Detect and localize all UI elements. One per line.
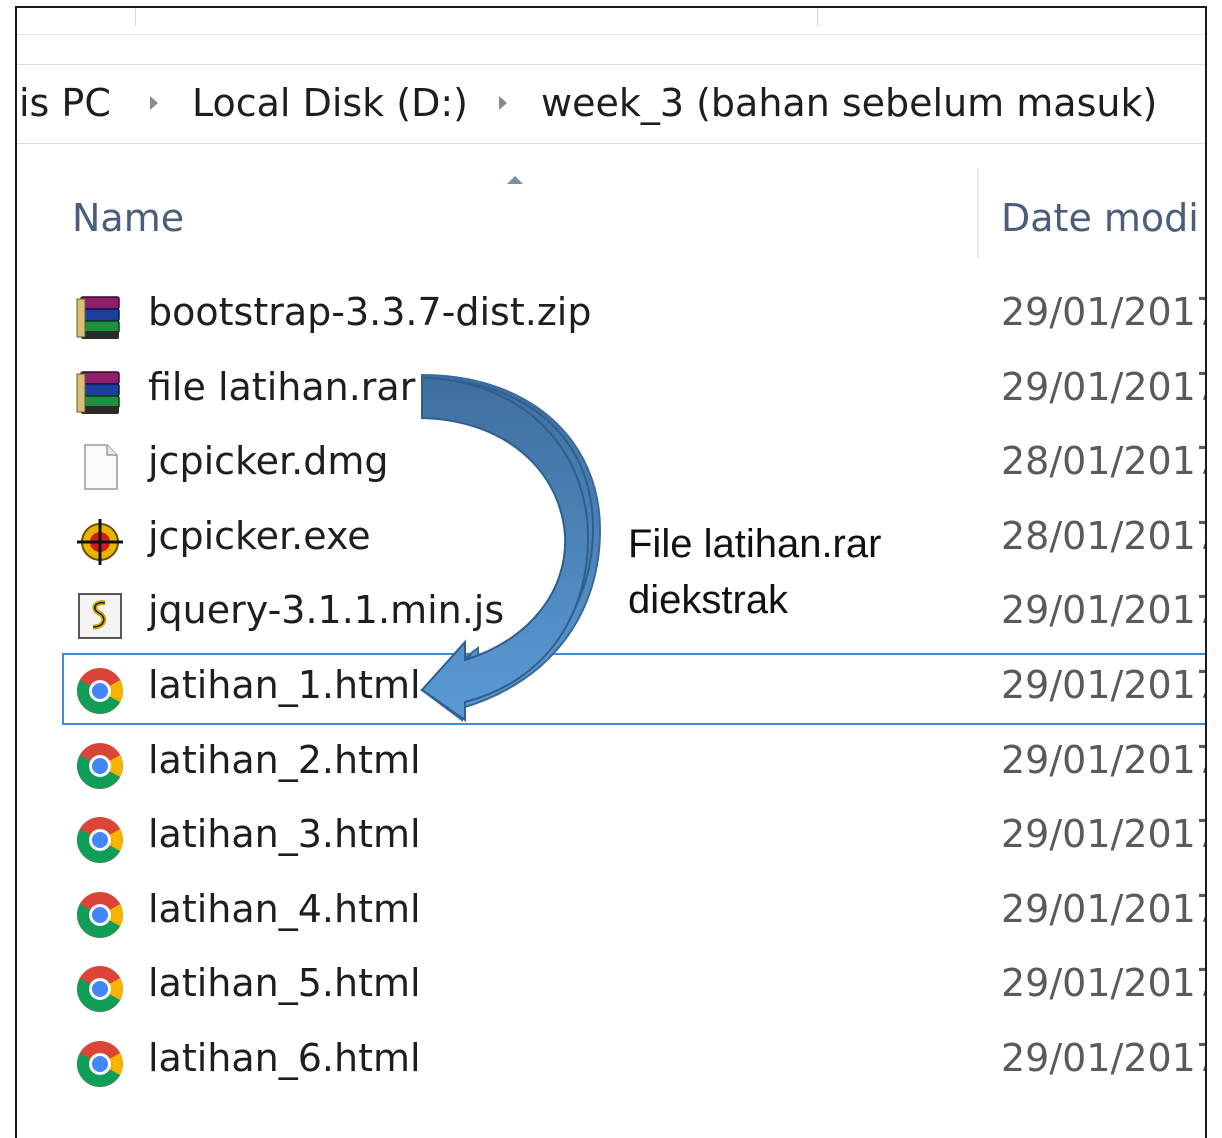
annotation-text: File latihan.rar diekstrak — [628, 516, 958, 628]
address-bar[interactable]: is PC Local Disk (D:) week_3 (bahan sebe… — [17, 64, 1205, 144]
file-date-modified: 29/01/2017 — [1001, 290, 1207, 334]
file-name[interactable]: latihan_5.html — [148, 961, 421, 1005]
file-row[interactable]: latihan_2.html 29/01/2017 — [17, 728, 1205, 802]
file-row[interactable]: bootstrap-3.3.7-dist.zip 29/01/2017 — [17, 280, 1205, 354]
annotation-line-2: diekstrak — [628, 578, 789, 622]
ribbon-group-labels — [17, 8, 1205, 35]
file-name[interactable]: latihan_3.html — [148, 812, 421, 856]
chrome-icon — [75, 815, 125, 865]
breadcrumb-local-disk[interactable]: Local Disk (D:) — [192, 81, 468, 125]
file-date-modified: 29/01/2017 — [1001, 961, 1207, 1006]
file-row[interactable]: latihan_5.html 29/01/2017 — [17, 951, 1205, 1025]
file-row[interactable]: file latihan.rar 29/01/2017 — [17, 355, 1205, 429]
ribbon-separator — [817, 8, 818, 26]
file-explorer-window: is PC Local Disk (D:) week_3 (bahan sebe… — [15, 6, 1207, 1138]
file-name[interactable]: jcpicker.exe — [148, 514, 371, 558]
sort-ascending-icon — [507, 176, 523, 184]
file-date-modified: 29/01/2017 — [1001, 737, 1207, 782]
file-date-modified: 28/01/2017 — [1001, 513, 1207, 558]
file-row[interactable]: latihan_4.html 29/01/2017 — [17, 877, 1205, 951]
file-row[interactable]: latihan_1.html 29/01/2017 — [17, 653, 1205, 727]
file-row[interactable]: jcpicker.exe 28/01/2017 — [17, 504, 1205, 578]
file-date-modified: 29/01/2017 — [1001, 886, 1207, 931]
file-name[interactable]: latihan_4.html — [148, 887, 421, 931]
winrar-archive-icon — [75, 293, 125, 343]
blank-file-icon — [75, 442, 125, 492]
file-row[interactable]: latihan_6.html 29/01/2017 — [17, 1026, 1205, 1100]
file-date-modified: 29/01/2017 — [1001, 663, 1207, 707]
chrome-icon — [75, 666, 125, 716]
file-name[interactable]: bootstrap-3.3.7-dist.zip — [148, 290, 591, 334]
chrome-icon — [75, 964, 125, 1014]
breadcrumb-this-pc[interactable]: is PC — [19, 81, 111, 125]
file-name[interactable]: file latihan.rar — [148, 365, 415, 409]
file-name[interactable]: jcpicker.dmg — [148, 439, 389, 483]
winrar-archive-icon — [75, 368, 125, 418]
script-file-icon — [75, 591, 125, 641]
file-name[interactable]: latihan_6.html — [148, 1036, 421, 1080]
file-date-modified: 28/01/2017 — [1001, 439, 1207, 484]
file-name[interactable]: latihan_1.html — [148, 663, 421, 707]
column-header-date-modified[interactable]: Date modi — [1001, 196, 1199, 240]
file-date-modified: 29/01/2017 — [1001, 364, 1207, 409]
file-name[interactable]: jquery-3.1.1.min.js — [148, 588, 504, 632]
file-row[interactable]: latihan_3.html 29/01/2017 — [17, 802, 1205, 876]
file-date-modified: 29/01/2017 — [1001, 1036, 1207, 1080]
chrome-icon — [75, 1039, 125, 1089]
crosshair-app-icon — [75, 517, 125, 567]
column-divider[interactable] — [977, 168, 979, 258]
chevron-right-icon[interactable] — [150, 96, 158, 110]
file-date-modified: 29/01/2017 — [1001, 588, 1207, 633]
breadcrumb-week3-folder[interactable]: week_3 (bahan sebelum masuk) — [541, 81, 1157, 125]
file-row[interactable]: jquery-3.1.1.min.js 29/01/2017 — [17, 578, 1205, 652]
chevron-right-icon[interactable] — [499, 96, 507, 110]
chrome-icon — [75, 890, 125, 940]
ribbon-separator — [135, 8, 136, 26]
annotation-line-1: File latihan.rar — [628, 522, 882, 566]
column-header-name[interactable]: Name — [72, 196, 184, 240]
file-row[interactable]: jcpicker.dmg 28/01/2017 — [17, 429, 1205, 503]
chrome-icon — [75, 741, 125, 791]
file-name[interactable]: latihan_2.html — [148, 738, 421, 782]
file-date-modified: 29/01/2017 — [1001, 812, 1207, 857]
